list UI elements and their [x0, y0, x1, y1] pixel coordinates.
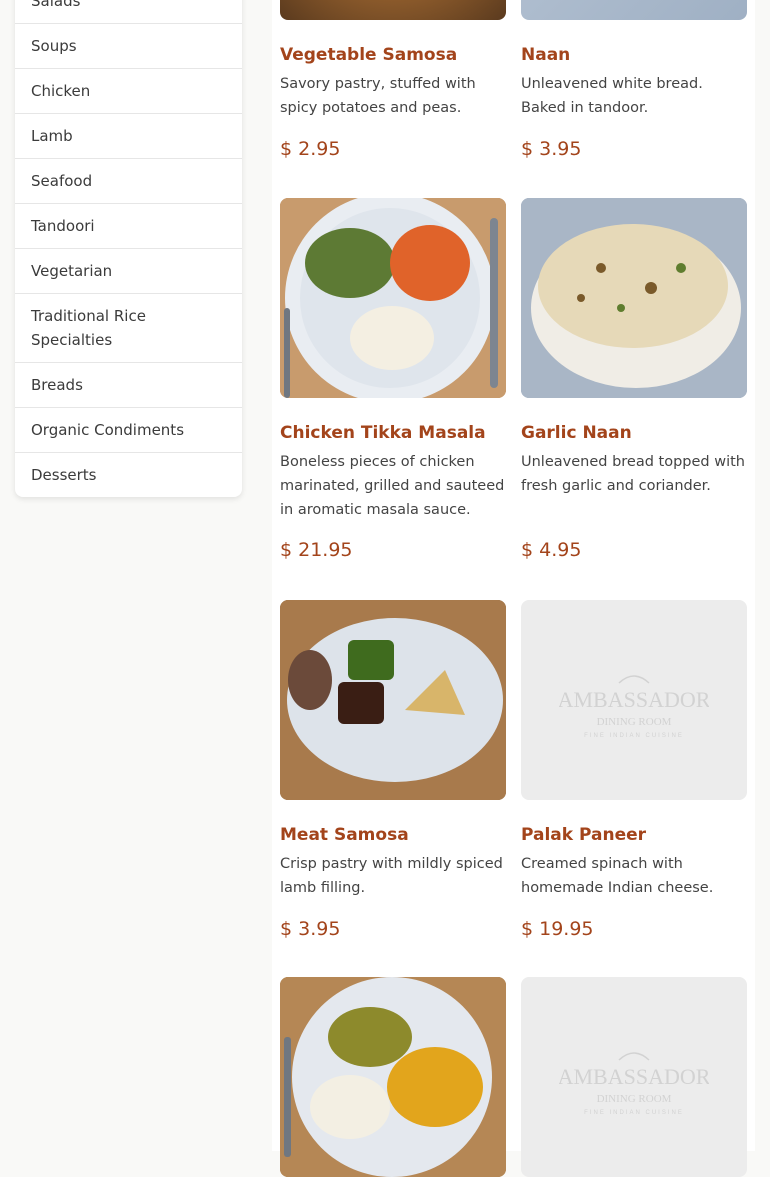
- menu-item-image: [280, 600, 506, 800]
- sidebar-item-label: Vegetarian: [31, 262, 113, 280]
- menu-item-price: $ 19.95: [521, 918, 594, 940]
- menu-item-card[interactable]: AMBASSADOR DINING ROOM FINE INDIAN CUISI…: [521, 977, 747, 1177]
- menu-item-card[interactable]: Chicken Tikka Masala Boneless pieces of …: [280, 198, 506, 561]
- sidebar-item-label: Seafood: [31, 172, 93, 190]
- sidebar-item-tandoori[interactable]: Tandoori: [15, 204, 242, 249]
- menu-item-image: [280, 198, 506, 398]
- menu-item-name[interactable]: Garlic Naan: [521, 422, 747, 444]
- menu-item-price: $ 21.95: [280, 539, 353, 561]
- menu-item-price: $ 4.95: [521, 539, 582, 561]
- sidebar-item-label: Traditional Rice Specialties: [31, 307, 146, 349]
- sidebar-item-breads[interactable]: Breads: [15, 363, 242, 408]
- svg-text:DINING ROOM: DINING ROOM: [597, 1093, 672, 1105]
- menu-item-image-placeholder: AMBASSADOR DINING ROOM FINE INDIAN CUISI…: [521, 600, 747, 800]
- sidebar-item-desserts[interactable]: Desserts: [15, 453, 242, 497]
- sidebar-item-label: Lamb: [31, 127, 73, 145]
- menu-item-name[interactable]: Vegetable Samosa: [280, 44, 506, 66]
- sidebar-item-lamb[interactable]: Lamb: [15, 114, 242, 159]
- ambassador-logo: AMBASSADOR DINING ROOM FINE INDIAN CUISI…: [559, 675, 709, 739]
- menu-item-card[interactable]: Meat Samosa Crisp pastry with mildly spi…: [280, 600, 506, 940]
- meat-samosa-photo: [280, 600, 506, 800]
- sidebar-item-vegetarian[interactable]: Vegetarian: [15, 249, 242, 294]
- menu-item-description: Boneless pieces of chicken marinated, gr…: [280, 454, 505, 518]
- svg-text:FINE INDIAN CUISINE: FINE INDIAN CUISINE: [584, 1110, 684, 1116]
- menu-item-price: $ 2.95: [280, 138, 341, 160]
- menu-item-description: Unleavened white bread. Baked in tandoor…: [521, 76, 703, 116]
- garlic-naan-photo: [521, 198, 747, 398]
- svg-text:AMBASSADOR: AMBASSADOR: [559, 687, 709, 712]
- sidebar-item-soups[interactable]: Soups: [15, 24, 242, 69]
- category-sidebar: Salads Soups Chicken Lamb Seafood Tandoo…: [15, 0, 242, 497]
- svg-text:DINING ROOM: DINING ROOM: [597, 716, 672, 728]
- menu-item-name[interactable]: Chicken Tikka Masala: [280, 422, 506, 444]
- ambassador-logo: AMBASSADOR DINING ROOM FINE INDIAN CUISI…: [559, 1052, 709, 1116]
- sidebar-item-label: Soups: [31, 37, 77, 55]
- menu-item-card[interactable]: Vegetable Samosa Savory pastry, stuffed …: [280, 0, 506, 160]
- menu-item-card[interactable]: Garlic Naan Unleavened bread topped with…: [521, 198, 747, 561]
- menu-item-price: $ 3.95: [280, 918, 341, 940]
- menu-item-name[interactable]: Palak Paneer: [521, 824, 747, 846]
- sidebar-item-label: Salads: [31, 0, 81, 10]
- sidebar-item-seafood[interactable]: Seafood: [15, 159, 242, 204]
- sidebar-item-label: Chicken: [31, 82, 91, 100]
- menu-item-card[interactable]: [280, 977, 506, 1177]
- tikka-masala-photo: [280, 198, 506, 398]
- menu-item-card[interactable]: AMBASSADOR DINING ROOM FINE INDIAN CUISI…: [521, 600, 747, 940]
- menu-item-price: $ 3.95: [521, 138, 582, 160]
- menu-item-photo: [280, 977, 506, 1177]
- svg-text:AMBASSADOR: AMBASSADOR: [559, 1064, 709, 1089]
- menu-item-description: Savory pastry, stuffed with spicy potato…: [280, 76, 476, 116]
- menu-item-description: Unleavened bread topped with fresh garli…: [521, 454, 745, 494]
- sidebar-item-label: Desserts: [31, 466, 97, 484]
- svg-text:FINE INDIAN CUISINE: FINE INDIAN CUISINE: [584, 733, 684, 739]
- menu-item-image: [521, 198, 747, 398]
- menu-item-name[interactable]: Meat Samosa: [280, 824, 506, 846]
- menu-item-image-placeholder: AMBASSADOR DINING ROOM FINE INDIAN CUISI…: [521, 977, 747, 1177]
- menu-item-image: [521, 0, 747, 20]
- sidebar-item-salads[interactable]: Salads: [15, 0, 242, 24]
- sidebar-item-organic-condiments[interactable]: Organic Condiments: [15, 408, 242, 453]
- menu-item-description: Crisp pastry with mildly spiced lamb fil…: [280, 856, 503, 896]
- sidebar-item-label: Tandoori: [31, 217, 95, 235]
- sidebar-item-label: Breads: [31, 376, 83, 394]
- menu-item-image: [280, 977, 506, 1177]
- menu-grid: Vegetable Samosa Savory pastry, stuffed …: [272, 0, 755, 1177]
- sidebar-item-label: Organic Condiments: [31, 421, 185, 439]
- menu-item-image: [280, 0, 506, 20]
- sidebar-item-chicken[interactable]: Chicken: [15, 69, 242, 114]
- sidebar-item-rice-specialties[interactable]: Traditional Rice Specialties: [15, 294, 242, 363]
- menu-item-name[interactable]: Naan: [521, 44, 747, 66]
- menu-item-description: Creamed spinach with homemade Indian che…: [521, 856, 714, 896]
- menu-item-card[interactable]: Naan Unleavened white bread. Baked in ta…: [521, 0, 747, 160]
